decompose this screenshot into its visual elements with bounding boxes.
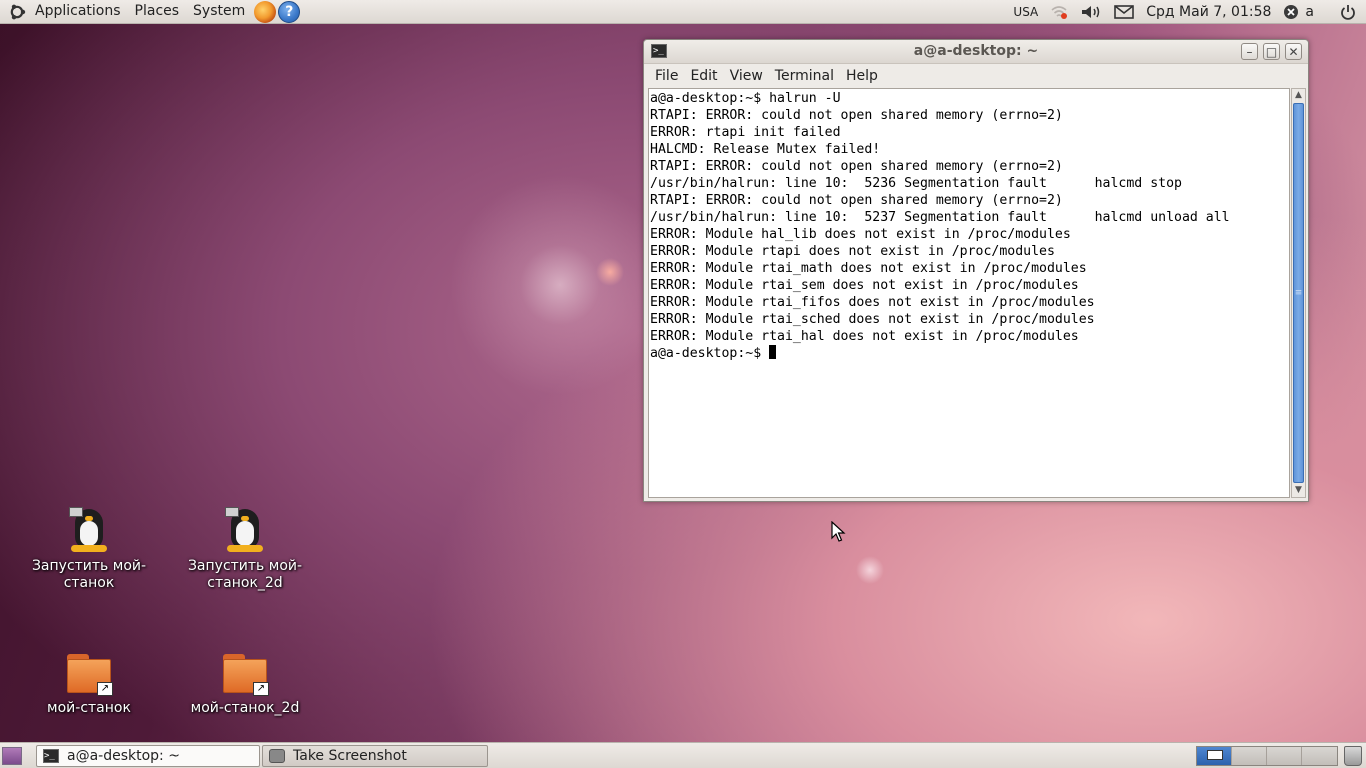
workspace-switcher[interactable] — [1196, 745, 1338, 766]
terminal-line: a@a-desktop:~$ halrun -U — [650, 91, 841, 106]
bottom-panel: >_ a@a-desktop: ~ Take Screenshot — [0, 742, 1366, 768]
folder-icon: ↗ — [65, 654, 113, 696]
applications-menu[interactable]: Applications — [28, 0, 128, 24]
workspace-3[interactable] — [1267, 746, 1302, 765]
desktop-icon-label: мой-станок — [47, 700, 131, 716]
system-menu[interactable]: System — [186, 0, 252, 24]
terminal-line: ERROR: Module rtai_math does not exist i… — [650, 261, 1087, 276]
help-icon[interactable]: ? — [278, 0, 301, 23]
camera-icon — [269, 748, 285, 763]
terminal-output[interactable]: a@a-desktop:~$ halrun -U RTAPI: ERROR: co… — [648, 88, 1290, 498]
taskbar-item-label: Take Screenshot — [293, 747, 407, 764]
desktop-launcher-machine-2d[interactable]: Запустить мой-станок_2d — [180, 507, 310, 592]
mouse-pointer-icon — [831, 521, 846, 542]
workspace-1[interactable] — [1197, 746, 1232, 765]
terminal-text: a@a-desktop:~$ halrun -U RTAPI: ERROR: co… — [649, 89, 1289, 362]
desktop-icon-label: Запустить мой-станок_2d — [187, 558, 303, 591]
scroll-down-arrow-icon[interactable]: ▼ — [1292, 484, 1305, 497]
desktop-launcher-machine[interactable]: Запустить мой-станок — [24, 507, 154, 592]
power-icon[interactable] — [1334, 0, 1366, 24]
user-status-icon[interactable]: a — [1277, 0, 1320, 24]
terminal-line: /usr/bin/halrun: line 10: 5237 Segmentat… — [650, 210, 1230, 225]
window-titlebar[interactable]: >_ a@a-desktop: ~ – □ ✕ — [644, 40, 1308, 64]
menu-help[interactable]: Help — [840, 68, 884, 84]
terminal-line: RTAPI: ERROR: could not open shared memo… — [650, 193, 1063, 208]
workspace-4[interactable] — [1302, 746, 1337, 765]
desktop-folder-machine[interactable]: ↗ мой-станок — [24, 654, 154, 717]
ubuntu-logo-icon[interactable] — [6, 1, 28, 23]
penguin-icon — [67, 507, 111, 553]
top-panel: Applications Places System ? USA Срд Май… — [0, 0, 1366, 24]
clock[interactable]: Срд Май 7, 01:58 — [1140, 0, 1277, 24]
network-icon[interactable] — [1044, 0, 1074, 24]
show-desktop-icon[interactable] — [2, 746, 22, 765]
window-title: a@a-desktop: ~ — [913, 43, 1039, 59]
desktop-icon-label: мой-станок_2d — [190, 700, 300, 716]
menu-terminal[interactable]: Terminal — [769, 68, 840, 84]
close-button[interactable]: ✕ — [1285, 43, 1302, 60]
text-cursor — [769, 345, 777, 359]
minimize-button[interactable]: – — [1241, 43, 1258, 60]
terminal-line: /usr/bin/halrun: line 10: 5236 Segmentat… — [650, 176, 1182, 191]
maximize-button[interactable]: □ — [1263, 43, 1280, 60]
mail-icon[interactable] — [1108, 0, 1140, 24]
desktop-folder-machine-2d[interactable]: ↗ мой-станок_2d — [180, 654, 310, 717]
keyboard-layout-indicator[interactable]: USA — [1007, 0, 1044, 24]
folder-icon: ↗ — [221, 654, 269, 696]
terminal-line: HALCMD: Release Mutex failed! — [650, 142, 881, 157]
desktop-icon-label: Запустить мой-станок — [31, 558, 147, 591]
terminal-line: ERROR: Module rtai_hal does not exist in… — [650, 329, 1079, 344]
terminal-prompt-line: a@a-desktop:~$ — [650, 345, 1289, 362]
scroll-thumb[interactable]: ≡ — [1293, 103, 1304, 483]
taskbar-item-screenshot[interactable]: Take Screenshot — [262, 744, 488, 767]
terminal-line: ERROR: Module rtai_sem does not exist in… — [650, 278, 1079, 293]
menu-edit[interactable]: Edit — [684, 68, 723, 84]
terminal-line: ERROR: Module rtai_sched does not exist … — [650, 312, 1095, 327]
workspace-2[interactable] — [1232, 746, 1267, 765]
terminal-menubar: File Edit View Terminal Help — [644, 64, 1308, 87]
terminal-scrollbar[interactable]: ▲ ≡ ▼ — [1291, 88, 1306, 498]
terminal-window[interactable]: >_ a@a-desktop: ~ – □ ✕ File Edit View T… — [643, 39, 1309, 502]
terminal-line: ERROR: Module rtai_fifos does not exist … — [650, 295, 1095, 310]
terminal-line: ERROR: rtapi init failed — [650, 125, 841, 140]
taskbar-item-label: a@a-desktop: ~ — [67, 747, 180, 764]
menu-file[interactable]: File — [649, 68, 684, 84]
firefox-icon[interactable] — [254, 0, 277, 23]
user-name: a — [1305, 3, 1314, 20]
volume-icon[interactable] — [1074, 0, 1108, 24]
penguin-icon — [223, 507, 267, 553]
terminal-icon: >_ — [43, 748, 59, 763]
scroll-up-arrow-icon[interactable]: ▲ — [1292, 89, 1305, 102]
terminal-prompt: a@a-desktop:~$ — [650, 346, 770, 361]
terminal-line: RTAPI: ERROR: could not open shared memo… — [650, 159, 1063, 174]
terminal-line: ERROR: Module rtapi does not exist in /p… — [650, 244, 1055, 259]
places-menu[interactable]: Places — [128, 0, 187, 24]
menu-view[interactable]: View — [724, 68, 769, 84]
terminal-line: RTAPI: ERROR: could not open shared memo… — [650, 108, 1063, 123]
terminal-line: ERROR: Module hal_lib does not exist in … — [650, 227, 1071, 242]
trash-icon[interactable] — [1344, 745, 1362, 766]
taskbar-item-terminal[interactable]: >_ a@a-desktop: ~ — [36, 744, 260, 767]
panel-tray: USA Срд Май 7, 01:58 a — [1007, 0, 1366, 24]
